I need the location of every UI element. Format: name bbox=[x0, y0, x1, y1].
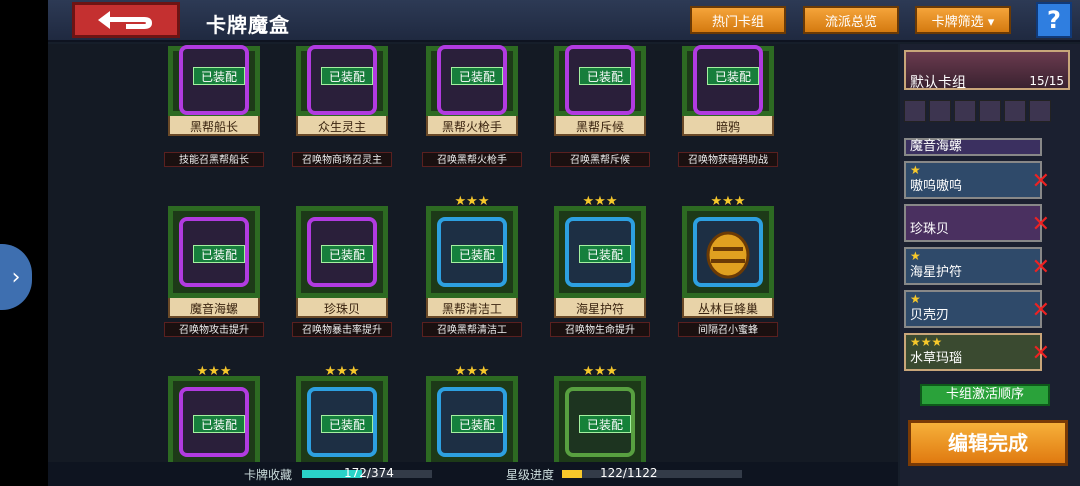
card-item[interactable]: ★★★ 已装配 bbox=[296, 364, 388, 462]
card-item[interactable]: 已装配 魔音海螺 召唤物攻击提升 bbox=[164, 206, 264, 337]
card-item[interactable]: ★★★ 已装配 海星护符 召唤物生命提升 bbox=[550, 194, 650, 337]
card-grid: 已装配 黑帮船长 技能召黑帮船长 已装配 众生灵主 召唤物商场召灵主 已装配 黑… bbox=[48, 44, 898, 462]
equipped-badge: 已装配 bbox=[321, 415, 373, 433]
equipped-badge: 已装配 bbox=[193, 67, 245, 85]
deck-card-list: 魔音海螺 ★ 嗷呜嗷呜 ✕ 珍珠贝 ✕ ★ 海星护符 ✕ ★ 贝壳刃 ✕ ★★★… bbox=[904, 138, 1070, 376]
collection-value: 172/374 bbox=[344, 466, 394, 480]
equipped-badge: 已装配 bbox=[321, 245, 373, 263]
page-title: 卡牌魔盒 bbox=[206, 13, 290, 37]
summon-icon bbox=[954, 100, 976, 122]
card-item[interactable]: ★★★ 丛林巨蜂巢 间隔召小蜜蜂 bbox=[678, 194, 778, 337]
deck-count: 15/15 bbox=[1029, 74, 1064, 88]
card-effect: 召唤物获暗鸦助战 bbox=[678, 152, 778, 167]
beehive-icon bbox=[706, 231, 750, 279]
remove-card-icon[interactable]: ✕ bbox=[1032, 212, 1050, 237]
card-effect: 召唤黑帮清洁工 bbox=[422, 322, 522, 337]
back-button[interactable] bbox=[72, 2, 180, 38]
equipped-badge: 已装配 bbox=[193, 415, 245, 433]
card-item[interactable]: 已装配 珍珠贝 召唤物暴击率提升 bbox=[292, 206, 392, 337]
card-name: 珍珠贝 bbox=[296, 296, 388, 318]
card-item[interactable]: ★★★ 已装配 bbox=[554, 364, 646, 462]
card-effect: 召唤物生命提升 bbox=[550, 322, 650, 337]
summon-icon bbox=[904, 100, 926, 122]
card-effect: 技能召黑帮船长 bbox=[164, 152, 264, 167]
deck-name: 默认卡组 bbox=[910, 75, 966, 91]
deck-card-row[interactable]: 珍珠贝 ✕ bbox=[904, 204, 1050, 242]
genre-overview-button[interactable]: 流派总览 bbox=[803, 6, 899, 34]
hot-decks-button[interactable]: 热门卡组 bbox=[690, 6, 786, 34]
card-name: 暗鸦 bbox=[682, 114, 774, 136]
deck-card-row[interactable]: ★★★ 水草玛瑙 ✕ bbox=[904, 333, 1050, 371]
help-button[interactable]: ? bbox=[1036, 2, 1072, 38]
deck-card-name: 魔音海螺 bbox=[910, 139, 963, 154]
card-filter-dropdown[interactable]: 卡牌筛选 ▾ bbox=[915, 6, 1011, 34]
deck-card-name: 海星护符 bbox=[910, 265, 963, 280]
deck-card-row[interactable]: 魔音海螺 bbox=[904, 138, 1042, 156]
card-effect: 召唤黑帮火枪手 bbox=[422, 152, 522, 167]
summon-icon bbox=[929, 100, 951, 122]
card-effect: 间隔召小蜜蜂 bbox=[678, 322, 778, 337]
card-item[interactable]: 已装配 黑帮船长 技能召黑帮船长 bbox=[164, 45, 264, 167]
card-name: 黑帮火枪手 bbox=[426, 114, 518, 136]
remove-card-icon[interactable]: ✕ bbox=[1032, 298, 1050, 323]
card-name: 丛林巨蜂巢 bbox=[682, 296, 774, 318]
card-name: 魔音海螺 bbox=[168, 296, 260, 318]
edit-finish-button[interactable]: 编辑完成 bbox=[908, 420, 1068, 466]
card-effect: 召唤物攻击提升 bbox=[164, 322, 264, 337]
card-item[interactable]: 已装配 暗鸦 召唤物获暗鸦助战 bbox=[678, 45, 778, 167]
equipped-badge: 已装配 bbox=[707, 67, 759, 85]
chevron-right-icon: › bbox=[11, 264, 21, 290]
deck-card-name: 贝壳刃 bbox=[910, 308, 950, 323]
deck-card-name: 水草玛瑙 bbox=[910, 351, 963, 366]
card-item[interactable]: ★★★ 已装配 bbox=[426, 364, 518, 462]
card-effect: 召唤黑帮斥候 bbox=[550, 152, 650, 167]
card-item[interactable]: ★★★ 已装配 黑帮清洁工 召唤黑帮清洁工 bbox=[422, 194, 522, 337]
remove-card-icon[interactable]: ✕ bbox=[1032, 255, 1050, 280]
collection-label: 卡牌收藏 bbox=[244, 468, 293, 482]
card-effect: 召唤物商场召灵主 bbox=[292, 152, 392, 167]
card-name: 众生灵主 bbox=[296, 114, 388, 136]
star-progress-value: 122/1122 bbox=[600, 466, 658, 480]
equipped-badge: 已装配 bbox=[451, 245, 503, 263]
equipped-badge: 已装配 bbox=[321, 67, 373, 85]
summon-icon bbox=[1029, 100, 1051, 122]
remove-card-icon[interactable]: ✕ bbox=[1032, 341, 1050, 366]
deck-card-row[interactable]: ★ 海星护符 ✕ bbox=[904, 247, 1050, 285]
equipped-badge: 已装配 bbox=[579, 67, 631, 85]
equipped-badge: 已装配 bbox=[451, 415, 503, 433]
card-name: 海星护符 bbox=[554, 296, 646, 318]
card-effect: 召唤物暴击率提升 bbox=[292, 322, 392, 337]
deck-card-row[interactable]: ★ 贝壳刃 ✕ bbox=[904, 290, 1050, 328]
summon-icon bbox=[979, 100, 1001, 122]
card-item[interactable]: 已装配 众生灵主 召唤物商场召灵主 bbox=[292, 45, 392, 167]
equipped-badge: 已装配 bbox=[579, 415, 631, 433]
top-bar: 卡牌魔盒 热门卡组 流派总览 卡牌筛选 ▾ ? bbox=[48, 0, 1080, 42]
deck-card-name: 珍珠贝 bbox=[910, 222, 950, 237]
equipped-badge: 已装配 bbox=[579, 245, 631, 263]
expand-arrow-button[interactable]: › bbox=[0, 244, 32, 310]
activation-order-button[interactable]: 卡组激活顺序 bbox=[920, 384, 1050, 406]
remove-card-icon[interactable]: ✕ bbox=[1032, 169, 1050, 194]
deck-summon-icons bbox=[904, 100, 1070, 124]
card-magic-box-screen: 卡牌魔盒 热门卡组 流派总览 卡牌筛选 ▾ ? 已装配 黑帮船长 技能召黑帮船长… bbox=[48, 0, 1080, 486]
progress-footer: 卡牌收藏 172/374 星级进度 122/1122 bbox=[48, 462, 898, 486]
deck-header[interactable]: 默认卡组 15/15 bbox=[904, 50, 1070, 91]
card-frame: 已装配 bbox=[168, 45, 260, 116]
deck-panel: 默认卡组 15/15 魔音海螺 ★ 嗷呜嗷呜 ✕ 珍珠贝 ✕ ★ 海星护符 ✕ … bbox=[900, 44, 1080, 486]
deck-card-row[interactable]: ★ 嗷呜嗷呜 ✕ bbox=[904, 161, 1050, 199]
card-name: 黑帮清洁工 bbox=[426, 296, 518, 318]
star-progress-label: 星级进度 bbox=[506, 468, 555, 482]
equipped-badge: 已装配 bbox=[451, 67, 503, 85]
deck-card-name: 嗷呜嗷呜 bbox=[910, 179, 963, 194]
card-name: 黑帮船长 bbox=[168, 114, 260, 136]
summon-icon bbox=[1004, 100, 1026, 122]
card-item[interactable]: 已装配 黑帮火枪手 召唤黑帮火枪手 bbox=[422, 45, 522, 167]
back-arrow-icon bbox=[98, 11, 152, 29]
card-name: 黑帮斥候 bbox=[554, 114, 646, 136]
card-item[interactable]: 已装配 黑帮斥候 召唤黑帮斥候 bbox=[550, 45, 650, 167]
card-item[interactable]: ★★★ 已装配 bbox=[168, 364, 260, 462]
equipped-badge: 已装配 bbox=[193, 245, 245, 263]
